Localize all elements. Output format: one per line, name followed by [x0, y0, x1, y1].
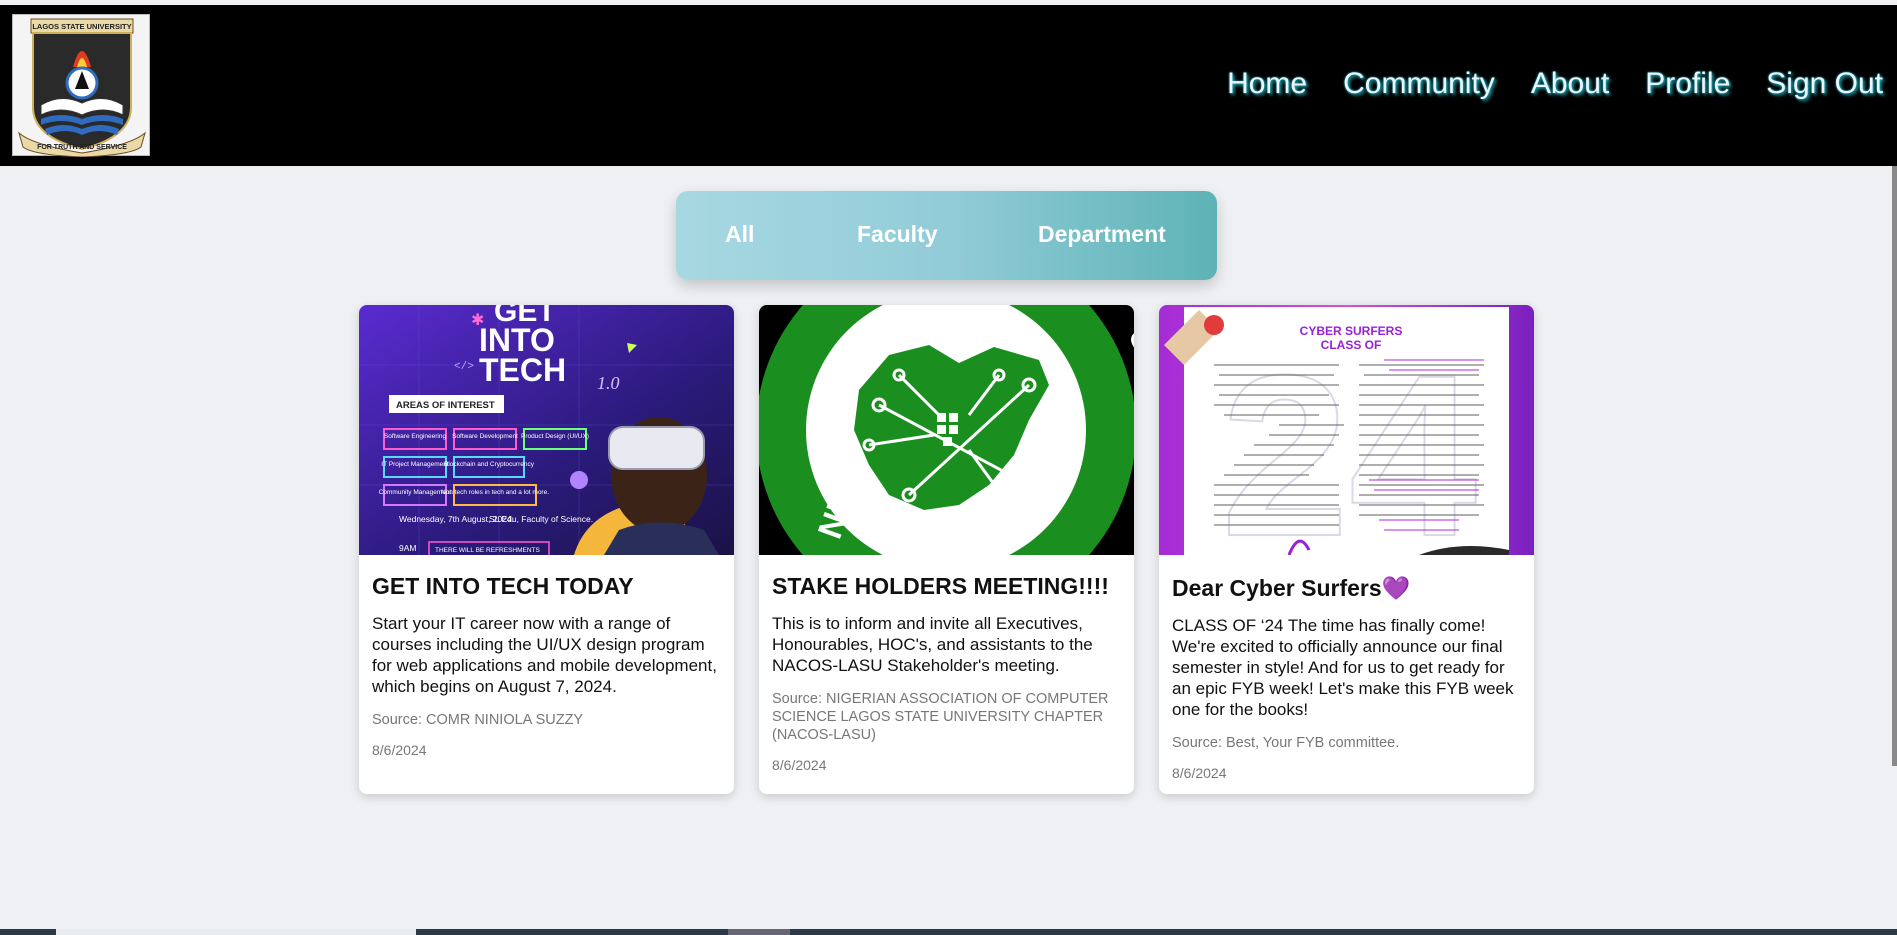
svg-text:TECH: TECH: [479, 352, 566, 388]
card-image-get-into-tech: ✱ GET INTO TECH 1.0 </> AREAS OF INTERES…: [359, 305, 734, 555]
svg-text:THERE WILL BE REFRESHMENTS: THERE WILL BE REFRESHMENTS: [435, 547, 541, 554]
card-date: 8/6/2024: [372, 742, 427, 758]
university-logo[interactable]: LAGOS STATE UNIVERSITY FOR TRUTH AND SER…: [12, 14, 150, 158]
svg-text:1.0: 1.0: [597, 373, 620, 393]
filter-all[interactable]: All: [725, 221, 754, 248]
news-card[interactable]: ✱ GET INTO TECH 1.0 </> AREAS OF INTERES…: [359, 305, 734, 794]
card-image-nacos-logo: NIGERIA ASSOCI UTING STUDENTS: [759, 305, 1134, 555]
svg-text:</>: </>: [454, 361, 474, 373]
card-source: Source: NIGERIAN ASSOCIATION OF COMPUTER…: [772, 691, 1109, 743]
svg-text:24: 24: [1221, 327, 1477, 555]
nav-about[interactable]: About: [1531, 67, 1609, 101]
svg-text:AREAS OF INTEREST: AREAS OF INTEREST: [396, 400, 495, 411]
card-source: Source: COMR NINIOLA SUZZY: [372, 712, 584, 728]
card-description: CLASS OF ‘24 The time has finally come! …: [1172, 616, 1514, 719]
os-taskbar: [0, 929, 1897, 935]
card-date: 8/6/2024: [772, 757, 827, 773]
svg-text:SL Edu, Faculty of Science.: SL Edu, Faculty of Science.: [489, 514, 593, 524]
filter-faculty[interactable]: Faculty: [857, 221, 938, 248]
svg-text:Product Design (UI/UX): Product Design (UI/UX): [521, 433, 589, 440]
filter-tabs: All Faculty Department: [676, 191, 1217, 280]
nav-home[interactable]: Home: [1227, 67, 1307, 101]
card-date: 8/6/2024: [1172, 765, 1227, 781]
lasu-crest-icon: LAGOS STATE UNIVERSITY FOR TRUTH AND SER…: [18, 18, 146, 158]
top-navbar: LAGOS STATE UNIVERSITY FOR TRUTH AND SER…: [0, 5, 1897, 166]
card-description: This is to inform and invite all Executi…: [772, 614, 1093, 675]
svg-text:Software Engineering: Software Engineering: [384, 433, 447, 440]
taskbar-item[interactable]: [56, 929, 416, 935]
svg-text:9AM: 9AM: [399, 543, 416, 553]
card-title: GET INTO TECH TODAY: [372, 573, 634, 599]
nav-profile[interactable]: Profile: [1645, 67, 1730, 101]
card-title: STAKE HOLDERS MEETING!!!!: [772, 573, 1109, 599]
news-card[interactable]: CYBER SURFERS CLASS OF 24 Dear Cyber Sur…: [1159, 305, 1534, 794]
svg-text:FOR TRUTH AND SERVICE: FOR TRUTH AND SERVICE: [37, 144, 127, 151]
taskbar-item[interactable]: [728, 929, 790, 935]
card-source: Source: Best, Your FYB committee.: [1172, 735, 1400, 751]
svg-text:Software Development: Software Development: [452, 433, 518, 440]
svg-text:Non tech roles in tech and a l: Non tech roles in tech and a lot more.: [441, 489, 549, 496]
svg-text:Blockchain and Cryptocurrency: Blockchain and Cryptocurrency: [444, 461, 535, 468]
svg-text:LAGOS STATE UNIVERSITY: LAGOS STATE UNIVERSITY: [32, 22, 131, 31]
nav-sign-out[interactable]: Sign Out: [1766, 67, 1883, 101]
card-title: Dear Cyber Surfers💜: [1172, 575, 1411, 601]
svg-text:IT Project Management: IT Project Management: [381, 461, 449, 468]
vertical-scrollbar[interactable]: [1892, 166, 1897, 766]
nav-links: Home Community About Profile Sign Out: [1191, 67, 1883, 101]
news-card[interactable]: NIGERIA ASSOCI UTING STUDENTS STAKE HOLD…: [759, 305, 1134, 794]
card-description: Start your IT career now with a range of…: [372, 614, 717, 696]
card-image-cyber-surfers: CYBER SURFERS CLASS OF 24: [1159, 305, 1534, 555]
nav-community[interactable]: Community: [1343, 67, 1495, 101]
filter-department[interactable]: Department: [1038, 221, 1166, 248]
